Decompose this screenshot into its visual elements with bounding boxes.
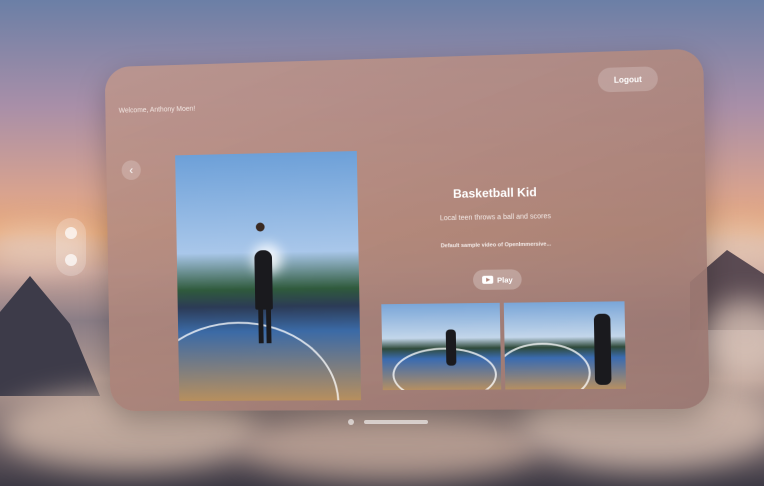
window-ornament[interactable] bbox=[56, 218, 86, 276]
basketball bbox=[255, 222, 265, 232]
video-description: Default sample video of OpenImmersive... bbox=[440, 241, 552, 250]
logout-button[interactable]: Logout bbox=[597, 66, 659, 93]
player-leg bbox=[258, 307, 264, 344]
video-subtitle: Local teen throws a ball and scores bbox=[439, 213, 552, 223]
welcome-text: Welcome, Anthony Moen! bbox=[118, 105, 196, 115]
player-figure bbox=[445, 329, 457, 366]
play-icon bbox=[481, 275, 494, 284]
court-line bbox=[392, 347, 498, 391]
pin-icon[interactable] bbox=[65, 254, 77, 266]
court-line bbox=[503, 342, 592, 390]
player-figure bbox=[593, 313, 612, 385]
play-button[interactable]: Play bbox=[472, 269, 522, 291]
thumbnail-2[interactable] bbox=[503, 301, 627, 390]
window-dot[interactable] bbox=[348, 419, 354, 425]
play-label: Play bbox=[496, 274, 513, 285]
video-title: Basketball Kid bbox=[452, 185, 537, 201]
main-window: Welcome, Anthony Moen! Logout ‹ Basketba… bbox=[104, 48, 710, 412]
home-icon[interactable] bbox=[65, 227, 77, 239]
window-pager[interactable] bbox=[348, 419, 428, 425]
thumbnail-1[interactable] bbox=[381, 302, 502, 391]
player-leg bbox=[266, 307, 272, 344]
chevron-left-icon: ‹ bbox=[129, 163, 134, 178]
video-poster[interactable] bbox=[175, 151, 362, 402]
back-button[interactable]: ‹ bbox=[121, 160, 141, 181]
player-figure bbox=[254, 250, 273, 310]
window-grabber[interactable] bbox=[364, 420, 428, 424]
